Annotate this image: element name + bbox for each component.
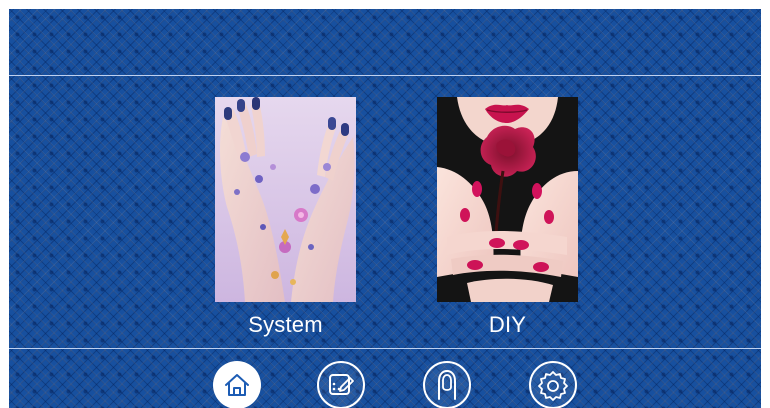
system-mode-label[interactable]: System [215, 312, 356, 338]
diy-mode-image[interactable] [437, 97, 578, 302]
app-screen: System DIY [9, 9, 761, 408]
system-mode-card[interactable]: System [215, 97, 356, 338]
fingernail-icon [438, 369, 456, 400]
diy-edit-icon [329, 374, 354, 395]
diy-mode-card[interactable]: DIY [437, 97, 578, 338]
settings-nav-button[interactable] [529, 361, 577, 408]
gear-icon [538, 371, 568, 401]
bottom-nav [9, 349, 761, 408]
header-divider [9, 75, 761, 76]
header-bar [9, 9, 761, 75]
home-icon [225, 374, 249, 396]
diy-nav-button[interactable] [317, 361, 365, 408]
nail-art-image [215, 97, 356, 302]
nail-nav-button[interactable] [423, 361, 471, 408]
system-mode-image[interactable] [215, 97, 356, 302]
rose-nails-image [437, 97, 578, 302]
home-button[interactable] [213, 361, 261, 408]
diy-mode-label[interactable]: DIY [437, 312, 578, 338]
